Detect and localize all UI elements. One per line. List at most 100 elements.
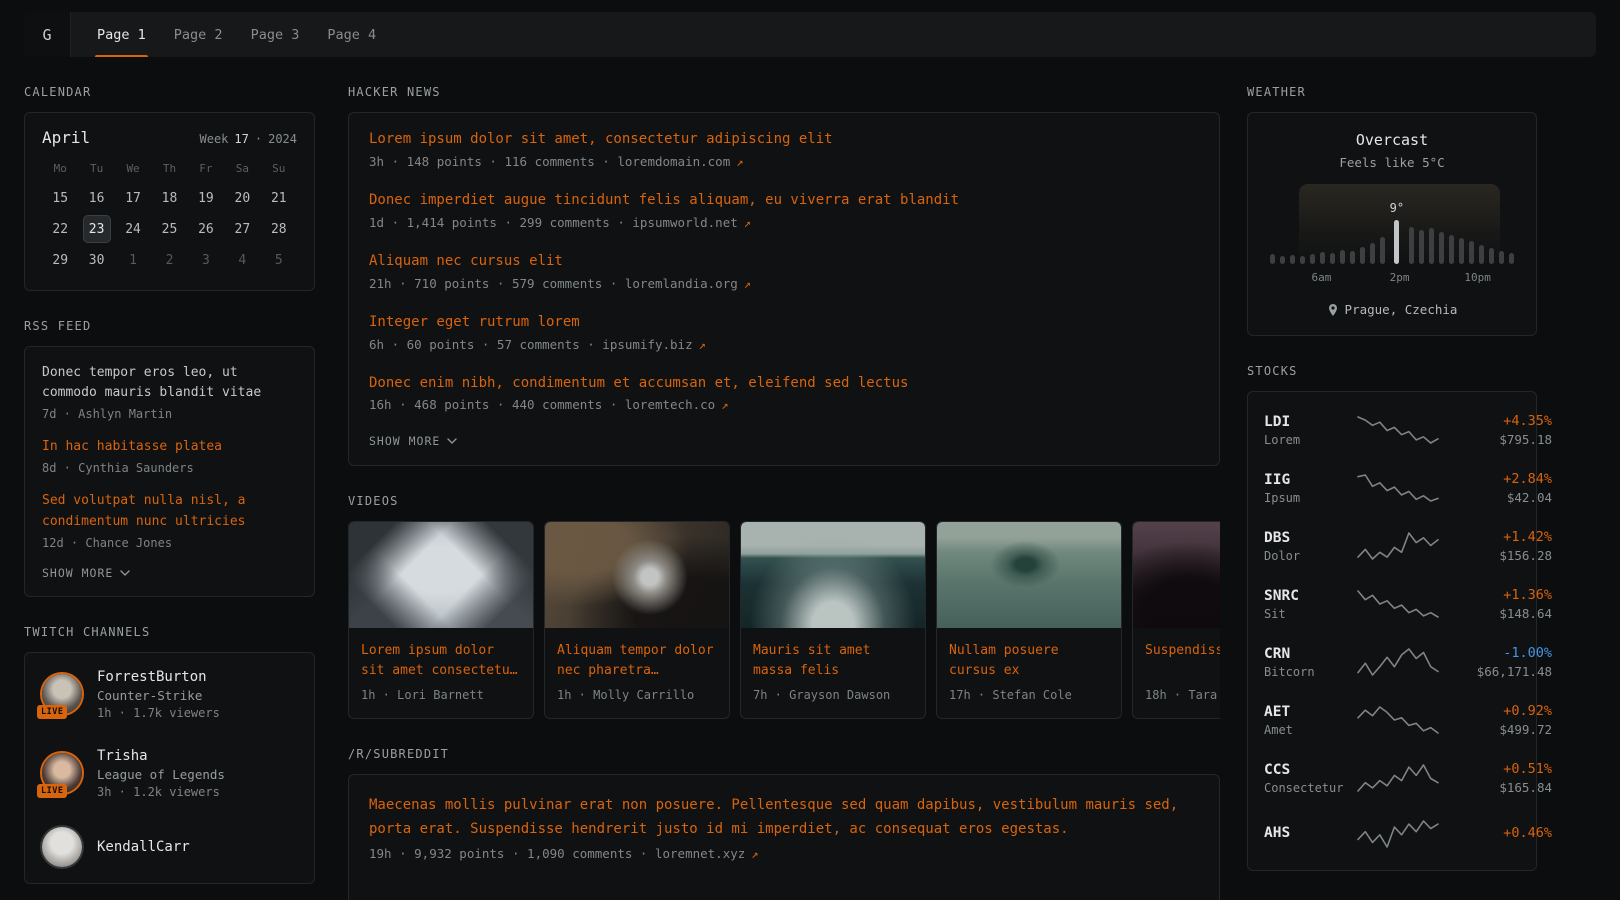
section-title-weather: WEATHER (1247, 85, 1537, 99)
calendar-day: 26 (192, 215, 220, 243)
hn-item-title[interactable]: Donec imperdiet augue tincidunt felis al… (369, 191, 1199, 210)
rss-item: Donec tempor eros leo, ut commodo mauris… (42, 363, 297, 421)
external-link-icon[interactable]: ↗ (744, 216, 751, 230)
stock-row[interactable]: AET Amet +0.92% $499.72 (1264, 691, 1520, 749)
stock-row[interactable]: AHS +0.46% (1264, 807, 1520, 861)
stock-row[interactable]: CCS Consectetur +0.51% $165.84 (1264, 749, 1520, 807)
video-card[interactable]: Aliquam tempor dolor nec pharetra… 1h · … (544, 521, 730, 719)
calendar-widget: April Week 17 · 2024 MoTuWeThFrSaSu 1516… (24, 112, 315, 291)
stock-row[interactable]: IIG Ipsum +2.84% $42.04 (1264, 459, 1520, 517)
stock-id: AHS (1264, 825, 1356, 844)
video-card[interactable]: Suspendisse diam 18h · Tara (1132, 521, 1220, 719)
rss-item-title[interactable]: Sed volutpat nulla nisl, a condimentum n… (42, 491, 297, 531)
temperature-bar (1479, 245, 1484, 264)
video-title[interactable]: Mauris sit amet massa felis (753, 641, 913, 680)
section-title-twitch: TWITCH CHANNELS (24, 625, 315, 639)
external-link-icon[interactable]: ↗ (736, 155, 743, 169)
weather-hour-cell: 9° (1390, 194, 1404, 264)
external-link-icon[interactable]: ↗ (744, 277, 751, 291)
day-of-week-header: We (126, 162, 139, 175)
weather-hour-cell (1469, 194, 1474, 264)
temperature-bar (1320, 252, 1325, 264)
weather-hour-cell (1350, 194, 1355, 264)
stock-row[interactable]: CRN Bitcorn -1.00% $66,171.48 (1264, 633, 1520, 691)
video-card[interactable]: Lorem ipsum dolor sit amet consectetu… 1… (348, 521, 534, 719)
hn-item-title[interactable]: Aliquam nec cursus elit (369, 252, 1199, 271)
page-tab[interactable]: Page 2 (172, 12, 225, 57)
section-title-rss: RSS FEED (24, 319, 315, 333)
day-of-week-header: Mo (54, 162, 67, 175)
temperature-bar (1439, 232, 1444, 264)
weather-hour-cell (1459, 194, 1464, 264)
section-title-hackernews: HACKER NEWS (348, 85, 1220, 99)
hn-item-title[interactable]: Lorem ipsum dolor sit amet, consectetur … (369, 130, 1199, 149)
stock-price: $156.28 (1440, 548, 1552, 563)
stock-row[interactable]: SNRC Sit +1.36% $148.64 (1264, 575, 1520, 633)
calendar-day: 19 (192, 184, 220, 212)
reddit-post-title[interactable]: Maecenas mollis pulvinar erat non posuer… (369, 794, 1199, 840)
temperature-bar (1489, 248, 1494, 264)
calendar-day: 4 (228, 246, 256, 274)
temperature-label: 9° (1390, 201, 1404, 215)
weather-hour-cell (1439, 194, 1444, 264)
stock-symbol: IIG (1264, 472, 1356, 488)
weather-hour-cell (1370, 194, 1375, 264)
rss-item-title[interactable]: Donec tempor eros leo, ut commodo mauris… (42, 363, 297, 403)
page-tab[interactable]: Page 3 (249, 12, 302, 57)
live-badge: LIVE (37, 784, 67, 798)
channel-name: Trisha (97, 748, 225, 764)
stock-price: $165.84 (1440, 780, 1552, 795)
external-link-icon[interactable]: ↗ (751, 847, 758, 861)
channel-game: League of Legends (97, 767, 225, 782)
day-of-week-header: Sa (236, 162, 249, 175)
calendar-day: 29 (46, 246, 74, 274)
temperature-bar (1310, 254, 1315, 264)
temperature-bar (1509, 253, 1514, 264)
stock-change: +0.46% (1440, 825, 1552, 841)
external-link-icon[interactable]: ↗ (699, 338, 706, 352)
weather-hour-cell (1489, 194, 1494, 264)
calendar-day: 27 (228, 215, 256, 243)
external-link-icon[interactable]: ↗ (721, 398, 728, 412)
stock-change: +0.92% (1440, 703, 1552, 719)
page-tabs: Page 1 Page 2 Page 3 Page 4 (71, 12, 378, 57)
twitch-channel-row[interactable]: KendallCarr (42, 813, 297, 881)
hn-item-title[interactable]: Integer eget rutrum lorem (369, 313, 1199, 332)
twitch-channel-row[interactable]: LIVE ForrestBurton Counter-Strike 1h · 1… (42, 655, 297, 734)
calendar-week-number: 17 (234, 132, 248, 146)
stock-values: +2.84% $42.04 (1440, 471, 1552, 505)
temperature-bar (1380, 237, 1385, 264)
video-title[interactable]: Nullam posuere cursus ex (949, 641, 1109, 680)
weather-hour-cell (1340, 194, 1345, 264)
weather-hour-cell (1290, 194, 1295, 264)
twitch-channel-row[interactable]: LIVE Trisha League of Legends 3h · 1.2k … (42, 734, 297, 813)
hn-item-meta: 6h · 60 points · 57 comments · ipsumify.… (369, 337, 1199, 352)
temperature-bar (1280, 256, 1285, 264)
video-title[interactable]: Lorem ipsum dolor sit amet consectetu… (361, 641, 521, 680)
stock-id: IIG Ipsum (1264, 472, 1356, 505)
video-card[interactable]: Nullam posuere cursus ex 17h · Stefan Co… (936, 521, 1122, 719)
video-card[interactable]: Mauris sit amet massa felis 7h · Grayson… (740, 521, 926, 719)
video-title[interactable]: Aliquam tempor dolor nec pharetra… (557, 641, 717, 680)
temperature-bar (1429, 228, 1434, 264)
hn-item-title[interactable]: Donec enim nibh, condimentum et accumsan… (369, 374, 1199, 393)
calendar-day: 30 (83, 246, 111, 274)
weather-hour-cell (1419, 194, 1424, 264)
app-logo[interactable]: G (24, 12, 71, 57)
stock-name: Consectetur (1264, 781, 1356, 795)
dashboard: CALENDAR April Week 17 · 2024 MoTuWeThFr… (24, 57, 1620, 900)
day-of-week-header: Th (163, 162, 176, 175)
temperature-bar (1290, 255, 1295, 264)
stock-row[interactable]: LDI Lorem +4.35% $795.18 (1264, 401, 1520, 459)
stock-row[interactable]: DBS Dolor +1.42% $156.28 (1264, 517, 1520, 575)
calendar-header: April Week 17 · 2024 (42, 128, 297, 147)
video-title[interactable]: Suspendisse diam (1145, 641, 1220, 680)
weather-hour-cell (1280, 194, 1285, 264)
page-tab[interactable]: Page 4 (325, 12, 378, 57)
rss-show-more-button[interactable]: SHOW MORE (42, 566, 130, 580)
temperature-bar (1394, 220, 1399, 264)
page-tab[interactable]: Page 1 (95, 12, 148, 57)
hn-item-meta: 3h · 148 points · 116 comments · loremdo… (369, 154, 1199, 169)
rss-item-title[interactable]: In hac habitasse platea (42, 437, 297, 457)
hackernews-show-more-button[interactable]: SHOW MORE (369, 434, 457, 448)
